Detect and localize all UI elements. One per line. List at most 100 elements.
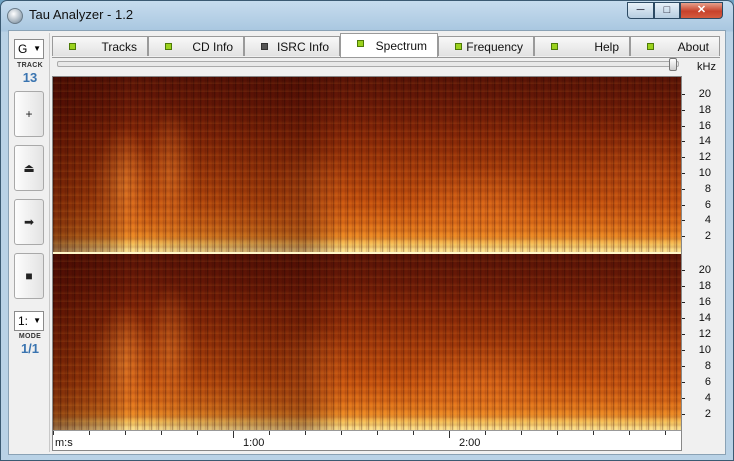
- frequency-tick-label: 10: [698, 344, 711, 356]
- frequency-tick: [681, 125, 685, 127]
- freq-unit-label: kHz: [697, 61, 716, 73]
- title-bar[interactable]: Tau Analyzer - 1.2 ─ □ ✕: [1, 1, 733, 29]
- frequency-tick-label: 16: [698, 119, 711, 132]
- frequency-tick: [681, 157, 685, 159]
- maximize-button[interactable]: □: [654, 2, 680, 19]
- drive-select-value: G: [18, 42, 28, 56]
- time-major-tick: [233, 431, 234, 438]
- stop-icon: ■: [25, 269, 33, 283]
- plus-icon: +: [25, 107, 33, 121]
- status-led-icon: [647, 43, 654, 50]
- frequency-axis-bottom: 20 18 16 14 12 10 8 6 4 2: [681, 254, 721, 430]
- stop-button[interactable]: ■: [14, 253, 44, 299]
- status-led-icon: [69, 43, 76, 50]
- frequency-tick: [681, 94, 685, 95]
- tab-bar: Tracks CD Info ISRC Info Spectrum Freque…: [52, 33, 720, 58]
- frequency-tick-label: 8: [704, 360, 711, 372]
- frequency-tick: [681, 414, 685, 415]
- tab-isrc-info[interactable]: ISRC Info: [244, 36, 340, 56]
- tab-label: Help: [594, 40, 619, 54]
- frequency-tick: [681, 141, 685, 143]
- app-icon[interactable]: [7, 8, 23, 24]
- frequency-tick-label: 12: [698, 328, 711, 340]
- track-number: 13: [22, 70, 38, 85]
- frequency-tick: [681, 302, 685, 303]
- frequency-tick: [681, 109, 685, 111]
- zoom-in-button[interactable]: +: [14, 91, 44, 137]
- time-tick: [197, 431, 198, 435]
- tab-label: Spectrum: [375, 39, 427, 53]
- tab-help[interactable]: Help: [534, 36, 630, 56]
- frequency-tick-label: 4: [704, 214, 711, 227]
- frequency-tick: [681, 334, 685, 335]
- tab-label: ISRC Info: [276, 40, 329, 54]
- frequency-tick-label: 14: [698, 312, 711, 324]
- tab-tracks[interactable]: Tracks: [52, 36, 148, 56]
- minimize-button[interactable]: ─: [627, 2, 654, 19]
- time-tick: [629, 431, 630, 435]
- time-tick: [413, 431, 414, 435]
- eject-icon: ⏏: [23, 161, 35, 175]
- frequency-tick-label: 20: [698, 88, 711, 100]
- frequency-tick-label: 6: [704, 376, 711, 388]
- frequency-tick: [681, 220, 685, 222]
- play-button[interactable]: ➡: [14, 199, 44, 245]
- tab-label: CD Info: [192, 40, 233, 54]
- frequency-tick: [681, 382, 685, 383]
- time-tick: [269, 431, 270, 435]
- tab-frequency[interactable]: Frequency: [438, 36, 534, 56]
- tab-label: About: [677, 40, 709, 54]
- mode-select[interactable]: 1: ▼: [14, 311, 44, 331]
- tab-spectrum[interactable]: Spectrum: [340, 33, 438, 57]
- status-led-icon: [261, 43, 268, 50]
- spectrogram-texture: [53, 254, 681, 430]
- frequency-tick: [681, 318, 685, 319]
- window-title: Tau Analyzer - 1.2: [29, 7, 134, 22]
- frequency-tick-label: 18: [698, 103, 711, 116]
- time-axis: m:s 1:00 2:00: [53, 430, 681, 451]
- tab-cd-info[interactable]: CD Info: [148, 36, 244, 56]
- status-led-icon: [455, 43, 462, 50]
- track-label: TRACK: [17, 62, 43, 69]
- chevron-down-icon: ▼: [33, 316, 41, 325]
- status-led-icon: [357, 40, 364, 47]
- time-tick-label: 2:00: [459, 437, 481, 449]
- frequency-tick: [681, 286, 685, 287]
- frequency-tick-label: 2: [704, 230, 711, 243]
- status-led-icon: [551, 43, 558, 50]
- chevron-down-icon: ▼: [33, 44, 41, 53]
- frequency-tick-label: 18: [698, 280, 711, 292]
- spectrogram-right-channel[interactable]: [53, 254, 681, 430]
- frequency-axis-top: 20 18 16 14 12 10 8 6 4 2: [681, 77, 721, 252]
- drive-select[interactable]: G ▼: [14, 39, 44, 59]
- frequency-tick: [681, 366, 685, 367]
- close-button[interactable]: ✕: [680, 2, 723, 19]
- frequency-tick-label: 10: [698, 167, 711, 179]
- tab-label: Frequency: [466, 40, 523, 54]
- position-slider-track[interactable]: [57, 61, 679, 67]
- position-slider-thumb[interactable]: [669, 58, 677, 71]
- time-major-tick: [449, 431, 450, 438]
- frequency-tick: [681, 204, 685, 206]
- tab-about[interactable]: About: [630, 36, 720, 56]
- mode-label: MODE: [18, 333, 42, 340]
- time-tick: [377, 431, 378, 435]
- time-unit-label: m:s: [55, 437, 73, 449]
- frequency-tick-label: 12: [698, 151, 711, 164]
- client-area: G ▼ TRACK 13 + ⏏ ➡ ■ 1: ▼ MODE 1/1 Track…: [8, 30, 726, 455]
- time-tick: [557, 431, 558, 435]
- status-led-icon: [165, 43, 172, 50]
- eject-button[interactable]: ⏏: [14, 145, 44, 191]
- frequency-tick: [681, 236, 685, 238]
- time-tick: [89, 431, 90, 435]
- app-window: Tau Analyzer - 1.2 ─ □ ✕ G ▼ TRACK 13 + …: [0, 0, 734, 461]
- left-control-panel: G ▼ TRACK 13 + ⏏ ➡ ■ 1: ▼ MODE 1/1: [11, 33, 50, 452]
- frequency-tick: [681, 173, 685, 174]
- spectrogram-left-channel[interactable]: [53, 77, 681, 252]
- frequency-tick-label: 20: [698, 264, 711, 276]
- time-tick: [125, 431, 126, 435]
- time-tick: [341, 431, 342, 435]
- frequency-tick-label: 8: [704, 182, 711, 195]
- time-tick: [485, 431, 486, 435]
- frequency-tick-label: 4: [704, 392, 711, 404]
